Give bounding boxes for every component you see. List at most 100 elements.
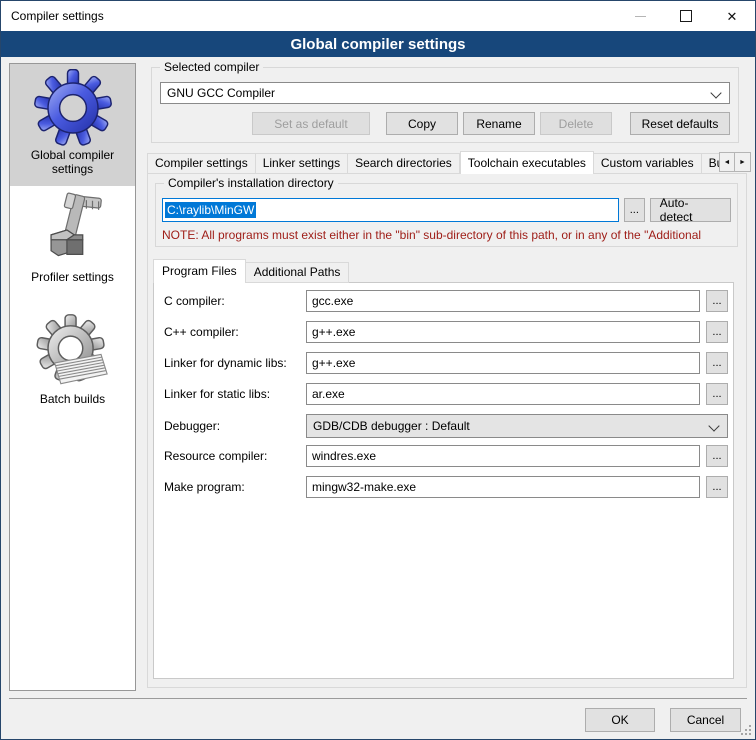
rename-button[interactable]: Rename xyxy=(463,112,535,135)
auto-detect-button[interactable]: Auto-detect xyxy=(650,198,731,222)
ellipsis-icon: ... xyxy=(712,326,721,338)
linker-dynamic-browse-button[interactable]: ... xyxy=(706,352,728,374)
cpp-compiler-browse-button[interactable]: ... xyxy=(706,321,728,343)
blue-gear-icon xyxy=(34,69,112,147)
field-label: Debugger: xyxy=(164,419,306,433)
sidebar-item-profiler-settings[interactable]: Profiler settings xyxy=(10,186,135,308)
button-label: Set as default xyxy=(274,117,347,131)
program-files-tab-strip: Program Files Additional Paths xyxy=(153,259,349,283)
tab-scroll-buttons: ◄ ► xyxy=(719,152,751,172)
maximize-icon xyxy=(680,10,692,22)
button-label: Reset defaults xyxy=(642,117,719,131)
c-compiler-browse-button[interactable]: ... xyxy=(706,290,728,312)
compiler-select[interactable]: GNU GCC Compiler xyxy=(160,82,730,104)
minimize-icon xyxy=(635,16,646,17)
field-label: C compiler: xyxy=(164,294,306,308)
compiler-buttons-row: Set as default Copy Rename Delete Reset … xyxy=(160,112,730,135)
selected-compiler-group: Selected compiler GNU GCC Compiler Set a… xyxy=(151,67,739,143)
installation-directory-row: C:\raylib\MinGW ... Auto-detect xyxy=(162,198,731,222)
field-row-c-compiler: C compiler: ... xyxy=(164,290,728,312)
c-compiler-input[interactable] xyxy=(306,290,700,312)
ellipsis-icon: ... xyxy=(712,481,721,493)
reset-defaults-button[interactable]: Reset defaults xyxy=(630,112,730,135)
tab-scroll-left-button[interactable]: ◄ xyxy=(719,152,735,172)
field-label: C++ compiler: xyxy=(164,325,306,339)
tab-label: Custom variables xyxy=(601,156,694,170)
installation-directory-value: C:\raylib\MinGW xyxy=(165,202,256,218)
button-label: Cancel xyxy=(687,713,724,727)
copy-button[interactable]: Copy xyxy=(386,112,458,135)
button-label: Delete xyxy=(559,117,594,131)
tab-build-options[interactable]: Build options xyxy=(702,153,719,174)
arrow-left-icon: ◄ xyxy=(724,159,731,166)
button-label: Copy xyxy=(408,117,436,131)
maximize-button[interactable] xyxy=(663,1,709,31)
minimize-button[interactable] xyxy=(617,1,663,31)
program-files-panel: C compiler: ... C++ compiler: ... Linker… xyxy=(153,282,734,679)
cpp-compiler-input[interactable] xyxy=(306,321,700,343)
close-button[interactable]: ✕ xyxy=(709,1,755,31)
tab-search-directories[interactable]: Search directories xyxy=(348,153,460,174)
tab-compiler-settings[interactable]: Compiler settings xyxy=(147,153,256,174)
compiler-select-value: GNU GCC Compiler xyxy=(167,86,275,100)
button-label: OK xyxy=(611,713,628,727)
field-label: Linker for static libs: xyxy=(164,387,306,401)
set-as-default-button[interactable]: Set as default xyxy=(252,112,370,135)
tab-custom-variables[interactable]: Custom variables xyxy=(594,153,702,174)
make-program-browse-button[interactable]: ... xyxy=(706,476,728,498)
tab-additional-paths[interactable]: Additional Paths xyxy=(246,262,350,283)
field-row-debugger: Debugger: GDB/CDB debugger : Default xyxy=(164,414,728,438)
delete-button[interactable]: Delete xyxy=(540,112,612,135)
tab-scroll-right-button[interactable]: ► xyxy=(735,152,751,172)
installation-directory-browse-button[interactable]: ... xyxy=(624,198,645,222)
tab-label: Compiler settings xyxy=(155,156,248,170)
chevron-down-icon xyxy=(708,420,719,431)
linker-static-browse-button[interactable]: ... xyxy=(706,383,728,405)
cancel-button[interactable]: Cancel xyxy=(670,708,741,732)
field-row-cpp-compiler: C++ compiler: ... xyxy=(164,321,728,343)
tab-linker-settings[interactable]: Linker settings xyxy=(256,153,348,174)
field-row-linker-dynamic: Linker for dynamic libs: ... xyxy=(164,352,728,374)
sidebar-item-global-compiler-settings[interactable]: Global compiler settings xyxy=(10,64,135,186)
chevron-down-icon xyxy=(710,87,721,98)
button-label: Rename xyxy=(476,117,521,131)
window-title: Compiler settings xyxy=(1,9,104,23)
sidebar-item-label: Batch builds xyxy=(10,392,135,406)
installation-directory-input[interactable]: C:\raylib\MinGW xyxy=(162,198,619,222)
button-label: Auto-detect xyxy=(660,196,721,224)
sidebar-item-label: Profiler settings xyxy=(10,270,135,284)
field-row-resource-compiler: Resource compiler: ... xyxy=(164,445,728,467)
tab-toolchain-executables[interactable]: Toolchain executables xyxy=(460,151,594,174)
field-row-make-program: Make program: ... xyxy=(164,476,728,498)
field-label: Resource compiler: xyxy=(164,449,306,463)
ok-button[interactable]: OK xyxy=(585,708,655,732)
gray-gear-papers-icon xyxy=(34,313,112,391)
resource-compiler-input[interactable] xyxy=(306,445,700,467)
ellipsis-icon: ... xyxy=(712,357,721,369)
debugger-select-value: GDB/CDB debugger : Default xyxy=(313,419,470,433)
tab-label: Additional Paths xyxy=(254,265,341,279)
sidebar-item-label: Global compiler settings xyxy=(10,148,135,176)
resource-compiler-browse-button[interactable]: ... xyxy=(706,445,728,467)
tab-label: Program Files xyxy=(162,264,237,278)
arrow-right-icon: ► xyxy=(739,159,746,166)
window-controls: ✕ xyxy=(617,1,755,31)
installation-directory-group-label: Compiler's installation directory xyxy=(164,176,338,190)
selected-compiler-group-label: Selected compiler xyxy=(160,60,263,74)
debugger-select[interactable]: GDB/CDB debugger : Default xyxy=(306,414,728,438)
field-label: Linker for dynamic libs: xyxy=(164,356,306,370)
tab-label: Toolchain executables xyxy=(468,156,586,170)
linker-dynamic-input[interactable] xyxy=(306,352,700,374)
resize-grip[interactable] xyxy=(741,725,752,736)
sidebar-item-batch-builds[interactable]: Batch builds xyxy=(10,308,135,430)
page-title: Global compiler settings xyxy=(290,36,465,53)
tab-program-files[interactable]: Program Files xyxy=(153,259,246,283)
ellipsis-icon: ... xyxy=(712,388,721,400)
close-icon: ✕ xyxy=(727,10,738,23)
tab-label: Linker settings xyxy=(263,156,340,170)
make-program-input[interactable] xyxy=(306,476,700,498)
settings-category-list: Global compiler settings Profiler xyxy=(9,63,136,691)
caliper-icon xyxy=(34,191,112,269)
linker-static-input[interactable] xyxy=(306,383,700,405)
bin-subdirectory-note: NOTE: All programs must exist either in … xyxy=(162,228,735,242)
